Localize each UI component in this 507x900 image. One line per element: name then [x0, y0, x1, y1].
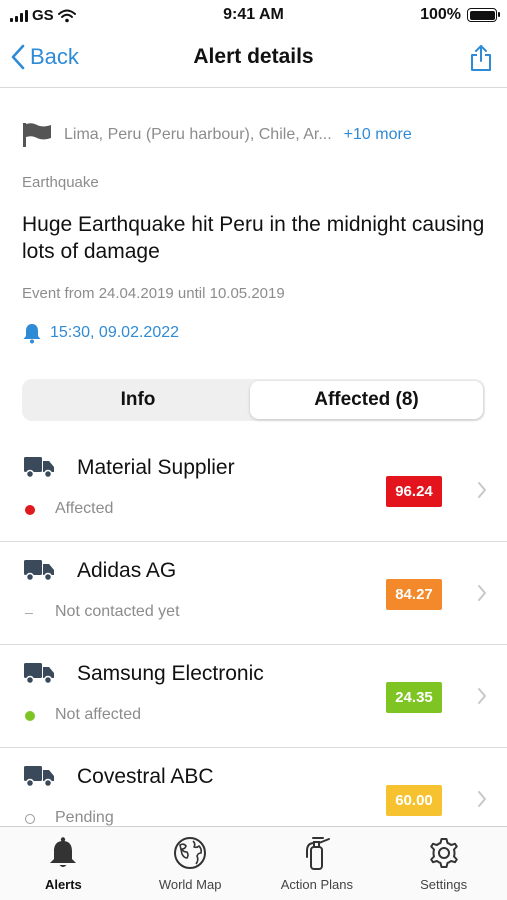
supplier-row[interactable]: Material Supplier Affected 96.24 [0, 439, 507, 542]
risk-score-badge: 84.27 [386, 579, 442, 610]
truck-icon [24, 457, 54, 479]
supplier-row[interactable]: Adidas AG Not contacted yet 84.27 [0, 542, 507, 645]
truck-icon [24, 560, 54, 582]
share-icon [471, 45, 491, 71]
alert-locations: Lima, Peru (Peru harbour), Chile, Ar... … [22, 122, 412, 148]
chevron-right-icon [478, 791, 486, 807]
status-ring [25, 814, 35, 824]
chevron-right-icon [478, 585, 486, 601]
alert-category: Earthquake [22, 174, 99, 191]
risk-score-badge: 60.00 [386, 785, 442, 816]
tab-label: Settings [420, 877, 468, 892]
chevron-right-icon [478, 482, 486, 498]
battery-icon [467, 8, 500, 22]
fire-extinguisher-icon [305, 837, 330, 870]
tab-label: Action Plans [280, 877, 353, 892]
battery-percent: 100% [420, 6, 461, 23]
supplier-name: Material Supplier [77, 456, 235, 479]
alert-details-content: Lima, Peru (Peru harbour), Chile, Ar... … [0, 89, 507, 826]
truck-icon [24, 663, 54, 685]
bottom-tab-bar: Alerts World Map Action Plans Settings [0, 826, 507, 900]
supplier-name: Covestral ABC [77, 765, 214, 788]
supplier-name: Adidas AG [77, 559, 177, 582]
globe-icon [174, 837, 207, 869]
locations-text: Lima, Peru (Peru harbour), Chile, Ar... [64, 126, 332, 143]
status-dash [25, 613, 33, 614]
chevron-right-icon [478, 688, 486, 704]
supplier-row[interactable]: Covestral ABC Pending 60.00 [0, 748, 507, 826]
share-button[interactable] [469, 44, 493, 77]
supplier-status: Pending [55, 809, 114, 826]
supplier-row[interactable]: Samsung Electronic Not affected 24.35 [0, 645, 507, 748]
tab-info[interactable]: Info [22, 379, 254, 421]
tab-label: World Map [158, 877, 222, 892]
status-bar: GS 9:41 AM 100% [0, 0, 507, 32]
supplier-status: Not affected [55, 706, 141, 723]
tab-world-map[interactable]: World Map [127, 827, 254, 900]
supplier-status: Affected [55, 500, 114, 517]
bell-icon [23, 324, 41, 344]
page-title: Alert details [193, 45, 314, 68]
status-dot [25, 711, 35, 721]
risk-score-badge: 96.24 [386, 476, 442, 507]
gear-icon [429, 838, 458, 868]
tab-label: Alerts [44, 877, 82, 892]
bell-icon [50, 837, 77, 867]
flag-icon [23, 123, 51, 147]
supplier-status: Not contacted yet [55, 603, 180, 620]
tab-alerts[interactable]: Alerts [0, 827, 127, 900]
alert-headline: Huge Earthquake hit Peru in the midnight… [22, 213, 485, 263]
more-locations-link[interactable]: +10 more [344, 126, 412, 144]
segmented-control: Info Affected (8) [22, 379, 485, 421]
truck-icon [24, 766, 54, 788]
supplier-name: Samsung Electronic [77, 662, 264, 685]
tab-settings[interactable]: Settings [380, 827, 507, 900]
risk-score-badge: 24.35 [386, 682, 442, 713]
tab-action-plans[interactable]: Action Plans [254, 827, 381, 900]
notification-timestamp: 15:30, 09.02.2022 [50, 324, 180, 341]
navigation-bar: Back Alert details [0, 32, 507, 88]
status-dot [25, 505, 35, 515]
affected-supplier-list: Material Supplier Affected 96.24 Adidas … [0, 439, 507, 826]
tab-affected[interactable]: Affected (8) [250, 381, 483, 419]
notification-time: 15:30, 09.02.2022 [22, 322, 179, 344]
battery-status: 100% [420, 6, 500, 24]
event-date-range: Event from 24.04.2019 until 10.05.2019 [22, 285, 285, 302]
